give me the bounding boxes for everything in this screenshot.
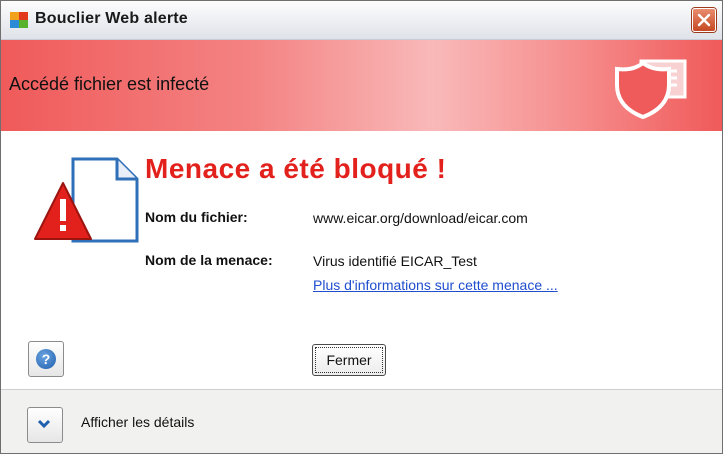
threat-name-label: Nom de la menace: [145, 252, 273, 268]
threat-blocked-headline: Menace a été bloqué ! [145, 153, 447, 184]
header-banner: Accédé fichier est infecté [1, 40, 722, 131]
window-title: Bouclier Web alerte [35, 10, 188, 27]
chevron-down-icon [37, 419, 51, 429]
app-icon [10, 12, 28, 28]
help-icon: ? [36, 349, 56, 369]
banner-text: Accédé fichier est infecté [9, 74, 210, 94]
close-button[interactable]: Fermer [312, 344, 386, 376]
file-name-label: Nom du fichier: [145, 209, 248, 225]
close-button-label: Fermer [315, 347, 383, 373]
close-icon [697, 13, 711, 27]
file-name-value: www.eicar.org/download/eicar.com [313, 210, 528, 226]
alert-dialog: Bouclier Web alerte Accédé fichier est i… [0, 0, 723, 454]
help-button[interactable]: ? [28, 341, 64, 377]
footer: Afficher les détails [1, 389, 722, 453]
alert-icon [34, 157, 139, 243]
more-info-link[interactable]: Plus d'informations sur cette menace ... [313, 277, 558, 293]
threat-name-value: Virus identifié EICAR_Test [313, 253, 477, 269]
show-details-label[interactable]: Afficher les détails [81, 414, 194, 430]
shield-icon [615, 59, 687, 120]
title-bar[interactable]: Bouclier Web alerte [1, 1, 722, 40]
show-details-button[interactable] [27, 407, 63, 443]
close-window-button[interactable] [692, 8, 716, 32]
